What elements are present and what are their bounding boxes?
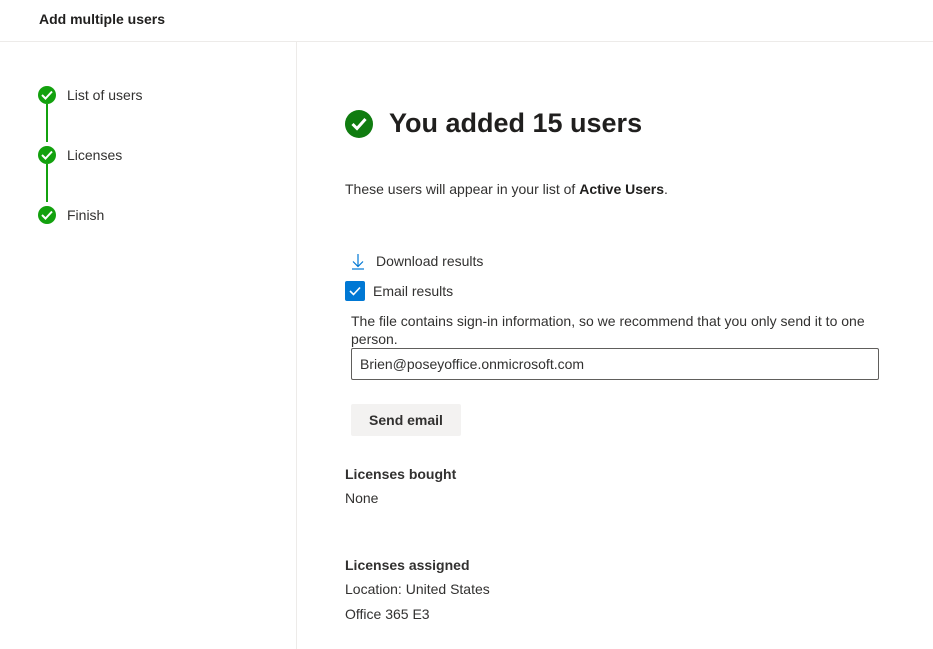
- email-results-label: Email results: [373, 283, 454, 299]
- download-results-link[interactable]: Download results: [351, 251, 483, 271]
- download-icon: [352, 253, 364, 270]
- step-complete-icon: [38, 146, 56, 164]
- licenses-assigned-heading: Licenses assigned: [345, 557, 470, 573]
- step-label: List of users: [67, 87, 143, 103]
- sign-in-info-note: The file contains sign-in information, s…: [351, 313, 865, 347]
- step-label: Finish: [67, 207, 105, 223]
- download-results-label: Download results: [376, 253, 484, 269]
- result-description: These users will appear in your list of …: [345, 181, 668, 197]
- step-connector: [46, 164, 48, 202]
- email-results-checkbox[interactable]: Email results: [345, 281, 453, 301]
- page-header: Add multiple users: [0, 0, 933, 42]
- licenses-assigned-product: Office 365 E3: [345, 606, 430, 622]
- description-text: These users will appear in your list of: [345, 181, 580, 197]
- licenses-assigned-location: Location: United States: [345, 581, 490, 597]
- send-email-button[interactable]: Send email: [351, 404, 461, 436]
- step-label: Licenses: [67, 147, 123, 163]
- page-header-title: Add multiple users: [39, 11, 166, 27]
- checkbox-checked-icon[interactable]: [345, 281, 365, 301]
- active-users-emphasis: Active Users: [579, 181, 665, 197]
- step-complete-icon: [38, 206, 56, 224]
- success-checkmark-icon: [345, 110, 373, 138]
- step-complete-icon: [38, 86, 56, 104]
- licenses-bought-value: None: [345, 490, 379, 506]
- licenses-bought-heading: Licenses bought: [345, 466, 457, 482]
- page-title: You added 15 users: [389, 108, 643, 138]
- description-suffix: .: [664, 181, 668, 197]
- wizard-steps-sidebar: [0, 42, 297, 649]
- email-address-input[interactable]: [351, 348, 879, 380]
- step-connector: [46, 104, 48, 142]
